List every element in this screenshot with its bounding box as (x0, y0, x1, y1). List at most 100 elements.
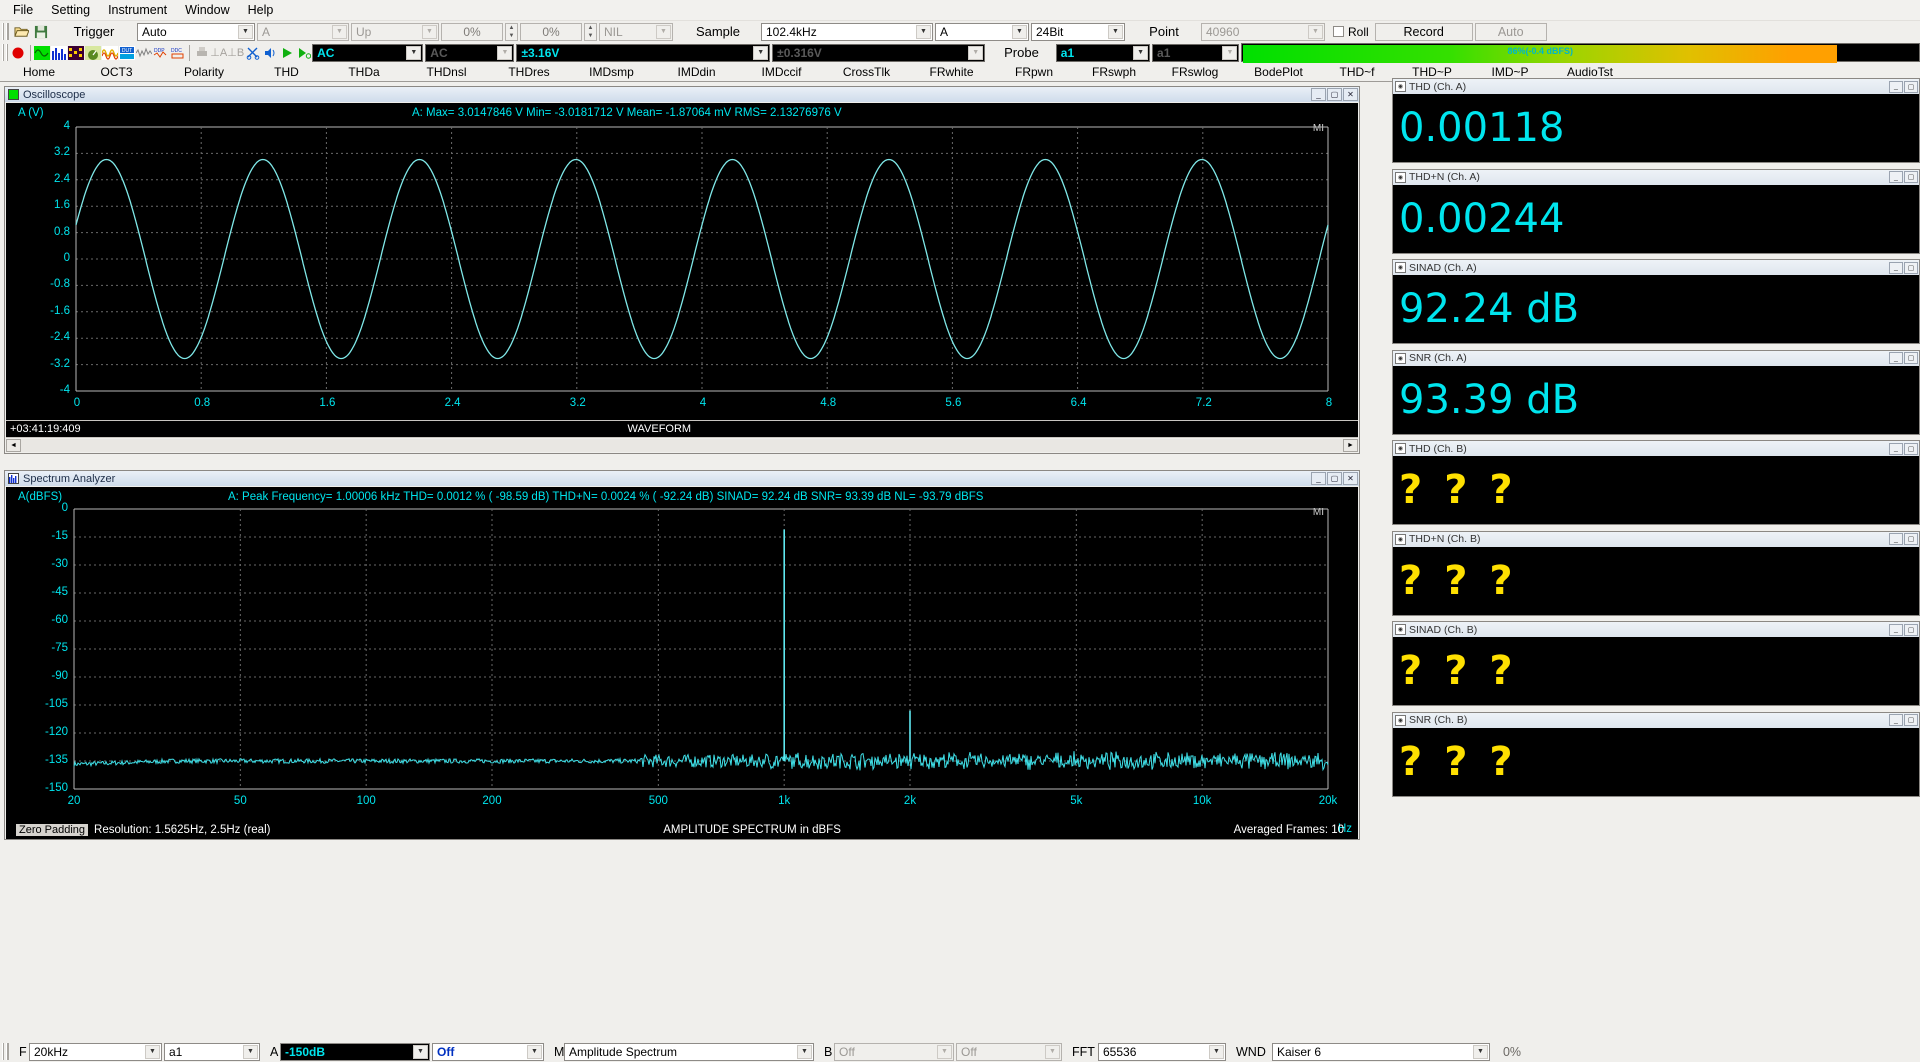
tab-polarity[interactable]: Polarity (159, 63, 249, 81)
play-loop-icon[interactable] (295, 44, 312, 62)
chevron-down-icon[interactable]: ▼ (406, 45, 422, 60)
chevron-down-icon[interactable]: ▼ (937, 1044, 952, 1059)
meter-title-bar[interactable]: ◉ THD+N (Ch. A) _ ▢ (1393, 169, 1919, 185)
trigger-pre-stepper[interactable]: ▲ ▼ (584, 22, 597, 41)
amplitude-range-combo[interactable]: -150dB ▼ (280, 1042, 430, 1061)
ddp-icon[interactable]: DDP (153, 44, 170, 62)
meter-title-bar[interactable]: ◉ SINAD (Ch. A) _ ▢ (1393, 260, 1919, 275)
menu-item-window[interactable]: Window (176, 1, 238, 19)
chevron-down-icon[interactable]: ▼ (1012, 24, 1027, 39)
scroll-left-icon[interactable]: ◄ (6, 438, 21, 452)
maximize-button[interactable]: ▢ (1904, 714, 1918, 726)
chevron-down-icon[interactable]: ▼ (1222, 45, 1238, 60)
spectrogram-icon[interactable] (68, 44, 85, 62)
tab-thd[interactable]: THD (249, 63, 324, 81)
chevron-down-icon[interactable]: ▼ (413, 1044, 428, 1059)
tab-frwhite[interactable]: FRwhite (909, 63, 994, 81)
maximize-button[interactable]: ▢ (1327, 472, 1342, 485)
probe-b-combo[interactable]: а1 ▼ (1152, 43, 1240, 62)
meter-title-bar[interactable]: ◉ SNR (Ch. B) _ ▢ (1393, 712, 1919, 728)
frequency-span-combo[interactable]: 20kHz ▼ (29, 1042, 162, 1061)
menu-item-setting[interactable]: Setting (42, 1, 99, 19)
minimize-button[interactable]: _ (1889, 261, 1903, 274)
chevron-down-icon[interactable]: ▼ (243, 1044, 258, 1059)
meter-title-bar[interactable]: ◉ SINAD (Ch. B) _ ▢ (1393, 622, 1919, 637)
sample-rate-combo[interactable]: 102.4kHz ▼ (761, 22, 933, 41)
tab-oct3[interactable]: OCT3 (74, 63, 159, 81)
minimize-button[interactable]: _ (1889, 352, 1903, 364)
roll-checkbox[interactable] (1333, 26, 1344, 37)
tab-thda[interactable]: THDa (324, 63, 404, 81)
spectrum-icon[interactable] (51, 44, 68, 62)
scroll-right-icon[interactable]: ► (1343, 438, 1358, 452)
open-icon[interactable] (11, 23, 31, 41)
maximize-button[interactable]: ▢ (1904, 352, 1918, 364)
channel-combo[interactable]: A ▼ (935, 22, 1029, 41)
chevron-down-icon[interactable]: ▼ (238, 24, 253, 39)
menu-item-instrument[interactable]: Instrument (99, 1, 176, 19)
trigger-channel-combo[interactable]: A ▼ (257, 22, 349, 41)
tab-frpwn[interactable]: FRpwn (994, 63, 1074, 81)
chevron-down-icon[interactable]: ▼ (1133, 45, 1149, 60)
minimize-button[interactable]: _ (1889, 714, 1903, 726)
range-a-combo[interactable]: ±3.16V ▼ (516, 43, 771, 62)
speaker-icon[interactable] (261, 44, 278, 62)
meter-title-bar[interactable]: ◉ THD (Ch. A) _ ▢ (1393, 79, 1919, 94)
trigger-level-field[interactable]: 0% (441, 22, 503, 41)
record-dot-icon[interactable] (10, 44, 27, 62)
window-function-combo[interactable]: Kaiser 6 ▼ (1272, 1042, 1490, 1061)
tab-imddin[interactable]: IMDdin (654, 63, 739, 81)
chevron-down-icon[interactable]: ▼ (1045, 1044, 1060, 1059)
b-channel-combo[interactable]: Off ▼ (834, 1042, 954, 1061)
tab-thdnsl[interactable]: THDnsl (404, 63, 489, 81)
toolbar-grip[interactable] (2, 23, 9, 40)
save-icon[interactable] (31, 23, 51, 41)
scroll-track[interactable] (21, 438, 1343, 452)
chevron-down-icon[interactable]: ▼ (332, 24, 347, 39)
chevron-down-icon[interactable]: ▼ (145, 1044, 160, 1059)
dut-icon[interactable]: DUT (119, 44, 136, 62)
oscilloscope-icon[interactable] (34, 44, 51, 62)
scissors-icon[interactable] (244, 44, 261, 62)
chevron-down-icon[interactable]: ▼ (797, 1044, 812, 1059)
tab-frswlog[interactable]: FRswlog (1154, 63, 1236, 81)
tab-frswph[interactable]: FRswph (1074, 63, 1154, 81)
chevron-down-icon[interactable]: ▼ (1473, 1044, 1488, 1059)
tab-imdsmp[interactable]: IMDsmp (569, 63, 654, 81)
tab-thdres[interactable]: THDres (489, 63, 569, 81)
play-icon[interactable] (278, 44, 295, 62)
meter-title-bar[interactable]: ◉ SNR (Ch. A) _ ▢ (1393, 350, 1919, 366)
bottom-grip[interactable] (2, 1043, 9, 1060)
bits-combo[interactable]: 24Bit ▼ (1031, 22, 1125, 41)
toolbar-grip-2[interactable] (2, 44, 8, 61)
bottom-probe-combo[interactable]: а1 ▼ (164, 1042, 260, 1061)
trigger-pre-field[interactable]: 0% (520, 22, 582, 41)
trigger-mode-combo[interactable]: Auto ▼ (137, 22, 255, 41)
tab-crosstlk[interactable]: CrossTlk (824, 63, 909, 81)
chevron-down-icon[interactable]: ▼ (1108, 24, 1123, 39)
coupling-a-combo[interactable]: AC ▼ (312, 43, 424, 62)
minimize-button[interactable]: _ (1889, 171, 1903, 183)
tab-home[interactable]: Home (4, 63, 74, 81)
meter-icon[interactable] (85, 44, 102, 62)
maximize-button[interactable]: ▢ (1904, 442, 1918, 455)
chevron-down-icon[interactable]: ▼ (753, 45, 769, 60)
maximize-button[interactable]: ▢ (1904, 533, 1918, 545)
minimize-button[interactable]: _ (1889, 442, 1903, 455)
oscilloscope-scrollbar[interactable]: ◄ ► (6, 437, 1358, 452)
chevron-down-icon[interactable]: ▼ (1308, 24, 1323, 39)
maximize-button[interactable]: ▢ (1904, 171, 1918, 183)
chevron-down-icon[interactable]: ▼ (1209, 1044, 1224, 1059)
coupling-b-combo[interactable]: AC ▼ (425, 43, 515, 62)
minimize-button[interactable]: _ (1889, 623, 1903, 636)
fft-size-combo[interactable]: 65536 ▼ (1098, 1042, 1226, 1061)
chevron-down-icon[interactable]: ▼ (527, 1044, 542, 1059)
minimize-button[interactable]: _ (1311, 472, 1326, 485)
maximize-button[interactable]: ▢ (1327, 88, 1342, 101)
meter-title-bar[interactable]: ◉ THD+N (Ch. B) _ ▢ (1393, 531, 1919, 547)
close-button[interactable]: ✕ (1343, 472, 1358, 485)
oscilloscope-plot[interactable]: A (V) A: Max= 3.0147846 V Min= -3.018171… (6, 103, 1358, 438)
maximize-button[interactable]: ▢ (1904, 623, 1918, 636)
trigger-slope-combo[interactable]: Up ▼ (351, 22, 439, 41)
minimize-button[interactable]: _ (1311, 88, 1326, 101)
